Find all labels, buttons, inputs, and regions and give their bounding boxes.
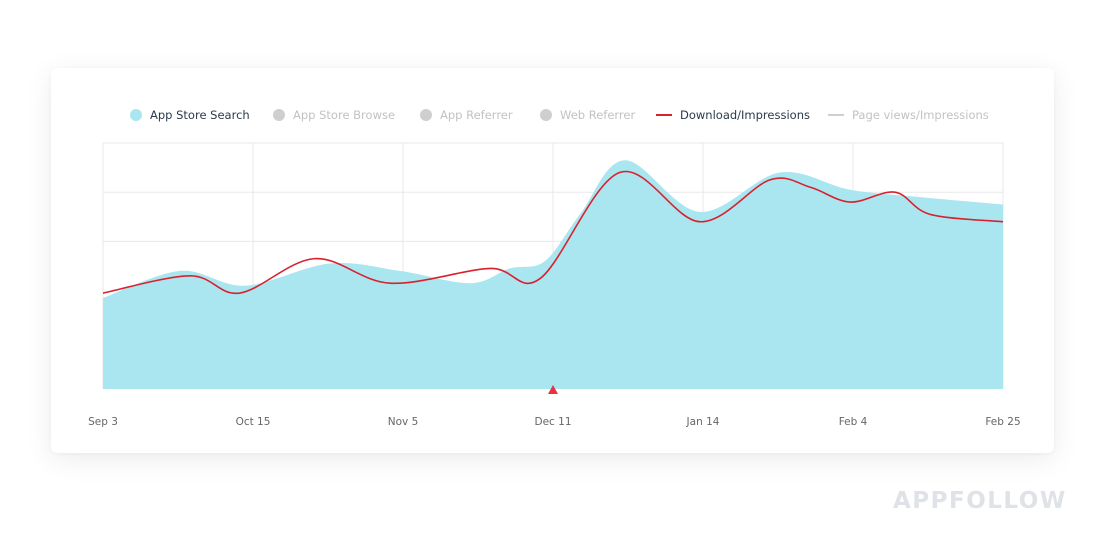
x-tick-label: Oct 15 [236,416,271,428]
x-tick-label: Feb 4 [839,416,868,428]
x-tick-label: Dec 11 [534,416,571,428]
chart-svg: Sep 3 Oct 15 Nov 5 Dec 11 Jan 14 Feb 4 Feb 25 [88,142,1021,428]
appfollow-logo: APPFOLLOW [893,488,1067,514]
x-axis: Sep 3 Oct 15 Nov 5 Dec 11 Jan 14 Feb 4 Feb 25 [88,416,1021,428]
x-tick-label: Sep 3 [88,416,118,428]
x-tick-label: Feb 25 [985,416,1020,428]
x-tick-label: Jan 14 [686,416,720,428]
x-tick-label: Nov 5 [388,416,419,428]
